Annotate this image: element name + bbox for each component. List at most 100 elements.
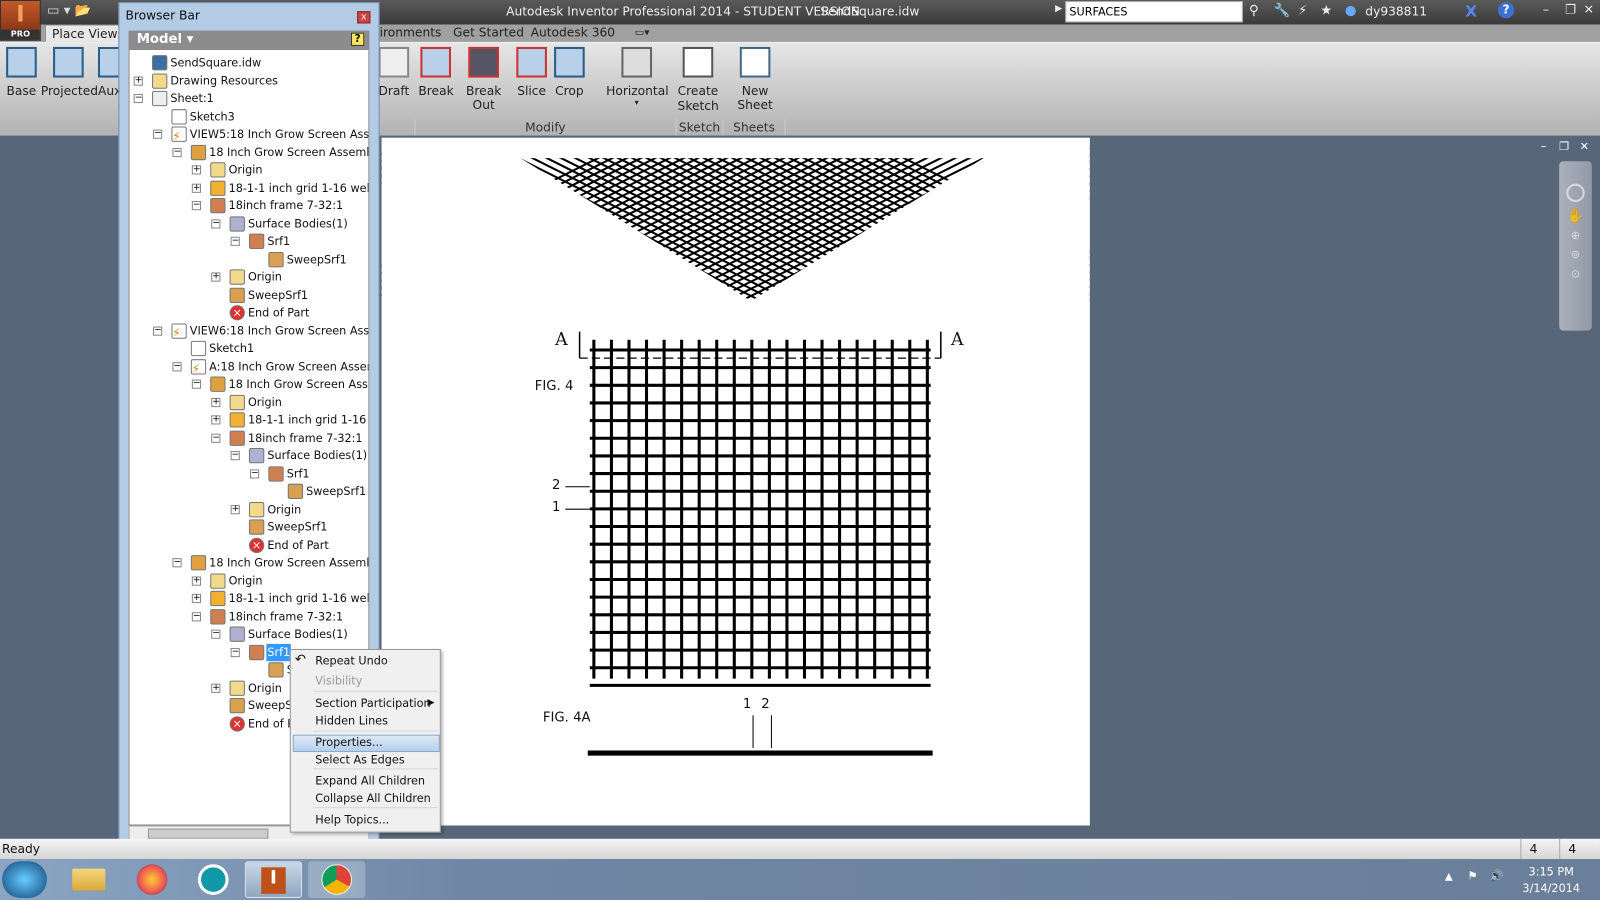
collapse-icon[interactable]: − [191, 201, 202, 211]
collapse-icon[interactable]: − [211, 629, 221, 639]
search-arrow-icon[interactable]: ▶ [1055, 4, 1062, 14]
tree-node[interactable]: − Surface Bodies(1) [130, 626, 369, 643]
collapse-icon[interactable]: − [230, 236, 240, 246]
scrollbar-thumb[interactable] [147, 828, 269, 839]
expand-icon[interactable]: + [191, 165, 202, 175]
tree-node[interactable]: − ⚡ VIEW5:18 Inch Grow Screen Asse [130, 126, 368, 143]
tree-node[interactable]: − ⚡ A:18 Inch Grow Screen Assen [130, 358, 368, 375]
browser-mode-dropdown[interactable]: Model ▾ ? [128, 30, 370, 49]
orbit-icon[interactable]: ⊚ [1559, 248, 1592, 261]
tree-node[interactable]: + Origin [130, 161, 369, 178]
tree-node[interactable]: − Srf1 [130, 465, 369, 482]
menu-item-expand-all-children[interactable]: Expand All Children [315, 772, 425, 790]
collapse-icon[interactable]: − [133, 93, 143, 104]
tree-node[interactable]: + Origin [130, 501, 369, 518]
star-icon[interactable]: ★ [1320, 3, 1332, 18]
collapse-icon[interactable]: − [191, 379, 202, 389]
canvas-restore-button[interactable]: ❐ [1559, 140, 1569, 153]
tree-node[interactable]: SendSquare.idw [130, 54, 369, 71]
tree-node[interactable]: − 18inch frame 7-32:1 [130, 197, 369, 214]
quick-access-toolbar[interactable]: ▭ ▾ 📂 [47, 3, 108, 19]
tree-node[interactable]: − 18inch frame 7-32:1 [130, 429, 369, 446]
arduino-taskbar-icon[interactable] [197, 864, 229, 895]
create-sketch-button[interactable]: Create Sketch [678, 46, 719, 114]
new-sheet-button[interactable]: New Sheet [724, 46, 785, 112]
projected-view-button[interactable]: Projected [41, 46, 98, 98]
volume-icon[interactable]: 🔊 [1490, 869, 1504, 882]
tree-node[interactable]: + Drawing Resources [130, 72, 369, 89]
restore-button[interactable]: ❐ [1565, 2, 1576, 16]
collapse-icon[interactable]: − [153, 129, 163, 139]
expand-icon[interactable]: + [191, 576, 202, 586]
collapse-icon[interactable]: − [191, 611, 202, 621]
tree-node[interactable]: + Origin [130, 268, 369, 285]
browser-close-button[interactable]: x [357, 11, 371, 24]
tree-node[interactable]: − 18inch frame 7-32:1 [130, 608, 369, 625]
collapse-icon[interactable]: − [211, 433, 221, 443]
tree-node[interactable]: +18-1-1 inch grid 1-16 welded [130, 179, 368, 196]
expand-icon[interactable]: + [133, 76, 143, 86]
search-input[interactable] [1065, 1, 1243, 23]
exchange-icon[interactable]: X [1465, 2, 1477, 20]
break-button[interactable]: Break [418, 46, 454, 98]
zoom-icon[interactable]: ⊕ [1559, 229, 1592, 242]
ribbon-minimize-icon[interactable]: ▭▾ [629, 24, 656, 41]
collapse-icon[interactable]: − [172, 147, 182, 157]
canvas-close-button[interactable]: ✕ [1580, 140, 1589, 153]
tree-node[interactable]: × End of Part [130, 304, 369, 321]
steering-wheel-icon[interactable] [1566, 183, 1585, 203]
auxiliary-view-button[interactable]: Aux [97, 46, 121, 98]
collapse-icon[interactable]: − [230, 451, 240, 461]
menu-item-properties[interactable]: Properties... [315, 734, 382, 752]
slice-button[interactable]: Slice [516, 46, 547, 98]
firefox-taskbar-icon[interactable] [136, 864, 168, 895]
tree-node[interactable]: − 18 Inch Grow Screen Assembly 0 [130, 554, 368, 571]
tree-node[interactable]: + Origin [130, 572, 369, 589]
user-icon[interactable]: ● [1345, 3, 1357, 18]
collapse-icon[interactable]: − [172, 361, 182, 371]
tree-node[interactable]: SweepSrf1 [130, 483, 369, 500]
tree-node[interactable]: × End of Part [130, 536, 369, 553]
menu-item-collapse-all-children[interactable]: Collapse All Children [315, 790, 430, 808]
expand-icon[interactable]: + [211, 272, 221, 282]
look-at-icon[interactable]: ⊙ [1559, 267, 1592, 280]
collapse-icon[interactable]: − [230, 647, 240, 657]
expand-icon[interactable]: + [211, 683, 221, 693]
pan-icon[interactable]: ✋ [1559, 208, 1592, 224]
application-menu-button[interactable]: I PRO [0, 0, 41, 41]
menu-item-section-participation[interactable]: Section Participation [315, 695, 430, 713]
horizontal-button[interactable]: Horizontal ▾ [606, 46, 669, 107]
tree-node[interactable]: − Sheet:1 [130, 90, 369, 107]
tree-node[interactable]: − Srf1 [130, 233, 369, 250]
collapse-icon[interactable]: − [172, 558, 182, 568]
crop-button[interactable]: Crop [553, 46, 586, 98]
tree-node[interactable]: − 18 Inch Grow Screen Assembly 0 [130, 143, 368, 160]
expand-icon[interactable]: + [191, 183, 202, 193]
expand-icon[interactable]: + [230, 504, 240, 514]
minimize-button[interactable]: – [1543, 2, 1549, 16]
help-icon[interactable]: ? [1497, 2, 1515, 19]
file-explorer-taskbar-icon[interactable] [72, 868, 106, 891]
tree-node[interactable]: − Surface Bodies(1) [130, 215, 369, 232]
inventor-taskbar-button[interactable]: I [244, 861, 303, 898]
tree-node[interactable]: Sketch1 [130, 340, 369, 357]
browser-title[interactable]: Browser Bar [119, 3, 378, 27]
chrome-taskbar-button[interactable] [308, 861, 366, 898]
tab-get-started[interactable]: Get Started [447, 24, 530, 41]
tree-node[interactable]: − ⚡ VIEW6:18 Inch Grow Screen Asse [130, 322, 368, 339]
canvas-minimize-button[interactable]: – [1541, 140, 1547, 153]
username[interactable]: dy938811 [1365, 4, 1427, 18]
collapse-icon[interactable]: − [249, 468, 260, 479]
tree-node[interactable]: SweepSrf1 [130, 251, 369, 268]
expand-icon[interactable]: + [191, 593, 202, 604]
menu-item-repeat-undo[interactable]: Repeat Undo [315, 652, 387, 670]
start-button[interactable] [2, 861, 47, 898]
binoculars-icon[interactable]: ⚲ [1249, 3, 1259, 18]
tree-node[interactable]: SweepSrf1 [130, 286, 369, 303]
tab-autodesk-360[interactable]: Autodesk 360 [524, 24, 621, 41]
collapse-icon[interactable]: − [153, 326, 163, 336]
collapse-icon[interactable]: − [211, 218, 221, 229]
break-out-button[interactable]: Break Out [457, 46, 510, 112]
satellite-icon[interactable]: ⚡ [1298, 3, 1307, 18]
menu-item-help-topics[interactable]: Help Topics... [315, 811, 389, 829]
